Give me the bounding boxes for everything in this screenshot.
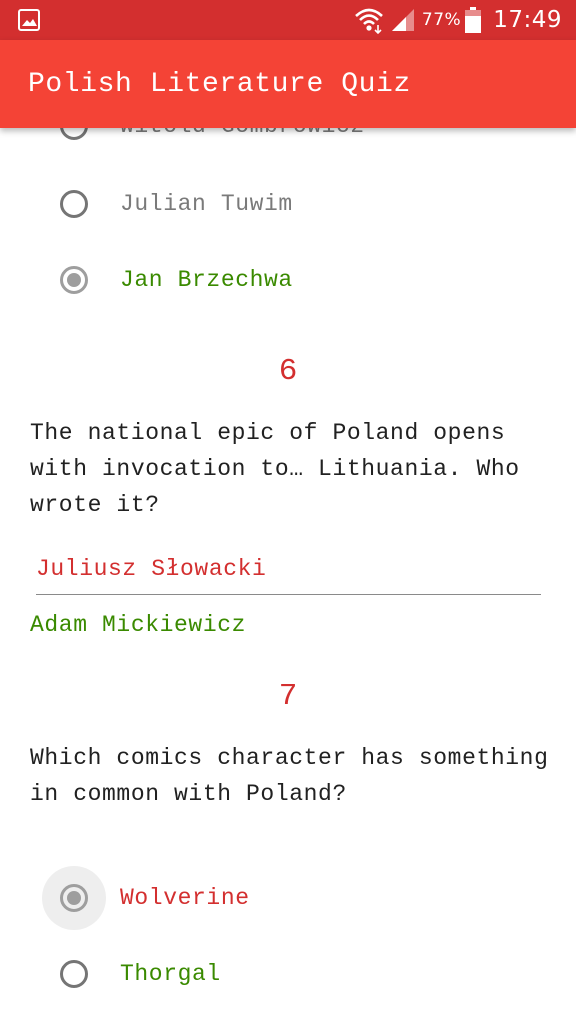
app-bar: Polish Literature Quiz [0, 40, 576, 128]
image-notification-icon [18, 9, 40, 31]
q7-option-wolverine[interactable]: Wolverine [42, 866, 250, 930]
answer-input-value: Juliusz Słowacki [36, 556, 267, 582]
quiz-content[interactable]: Witold Gombrowicz Julian Tuwim Jan Brzec… [0, 128, 576, 1024]
radio-button[interactable] [42, 942, 106, 1006]
battery-percent: 77% [421, 10, 462, 30]
q5-option-gombrowicz[interactable]: Witold Gombrowicz [42, 128, 365, 158]
option-label: Thorgal [120, 961, 221, 987]
radio-button[interactable] [42, 248, 106, 312]
radio-unchecked-icon [60, 128, 88, 140]
radio-checked-icon [60, 266, 88, 294]
correct-answer: Adam Mickiewicz [30, 612, 247, 638]
clock: 17:49 [493, 7, 562, 33]
option-label: Witold Gombrowicz [120, 128, 365, 139]
radio-checked-icon [60, 884, 88, 912]
q5-option-tuwim[interactable]: Julian Tuwim [42, 172, 293, 236]
radio-button[interactable] [42, 128, 106, 158]
wifi-icon [355, 8, 383, 34]
option-label: Wolverine [120, 885, 250, 911]
option-label: Julian Tuwim [120, 191, 293, 217]
q7-option-thorgal[interactable]: Thorgal [42, 942, 221, 1006]
radio-button[interactable] [42, 866, 106, 930]
cell-signal-icon [391, 9, 414, 31]
app-title: Polish Literature Quiz [28, 69, 411, 100]
question-number: 6 [278, 354, 298, 389]
radio-unchecked-icon [60, 960, 88, 988]
question-text: The national epic of Poland opens with i… [30, 420, 520, 518]
status-icons: 77% 17:49 [354, 0, 562, 40]
question-number: 7 [278, 679, 298, 714]
status-bar: 77% 17:49 [0, 0, 576, 40]
q5-option-brzechwa[interactable]: Jan Brzechwa [42, 248, 293, 312]
option-label: Jan Brzechwa [120, 267, 293, 293]
radio-unchecked-icon [60, 190, 88, 218]
radio-button[interactable] [42, 172, 106, 236]
question-text: Which comics character has something in … [30, 745, 549, 807]
battery-icon [465, 7, 482, 33]
answer-input[interactable]: Juliusz Słowacki [36, 552, 541, 595]
